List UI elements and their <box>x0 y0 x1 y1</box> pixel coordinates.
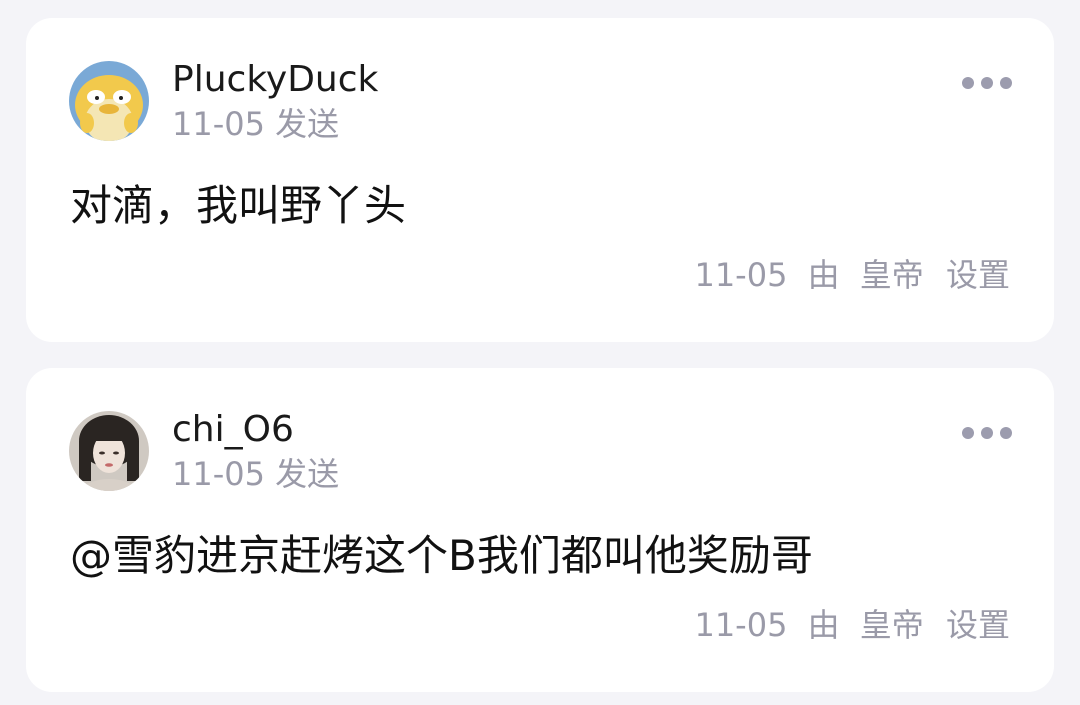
more-dots-icon[interactable] <box>962 426 1012 440</box>
username[interactable]: PluckyDuck <box>172 56 378 104</box>
sent-time: 11-05 发送 <box>172 455 340 493</box>
footer-date: 11-05 <box>694 606 788 644</box>
comment-card: chi_O6 11-05 发送 @雪豹进京赶烤这个B我们都叫他奖励哥 11-05… <box>26 368 1054 692</box>
footer-role: 皇帝 <box>859 256 924 294</box>
portrait-avatar-icon <box>69 411 149 491</box>
dot <box>962 77 974 89</box>
dot <box>981 77 993 89</box>
more-dots-icon[interactable] <box>962 76 1012 90</box>
dot <box>1000 427 1012 439</box>
username[interactable]: chi_O6 <box>172 406 294 454</box>
footer-setting-link[interactable]: 设置 <box>946 254 1010 296</box>
avatar[interactable] <box>69 61 149 141</box>
footer-date: 11-05 <box>694 256 788 294</box>
dot <box>981 427 993 439</box>
footer-setting-link[interactable]: 设置 <box>946 604 1010 646</box>
avatar[interactable] <box>69 411 149 491</box>
footer-role: 皇帝 <box>859 606 924 644</box>
sent-time: 11-05 发送 <box>172 105 340 143</box>
comment-card: PluckyDuck 11-05 发送 对滴，我叫野丫头 11-05 由 皇帝 … <box>26 18 1054 342</box>
footer-by: 由 <box>807 606 840 644</box>
comment-text: 对滴，我叫野丫头 <box>70 181 407 230</box>
dot <box>1000 77 1012 89</box>
footer-by: 由 <box>807 256 840 294</box>
comment-footer: 11-05 由 皇帝 设置 <box>694 604 1010 646</box>
psyduck-avatar-icon <box>69 61 149 141</box>
comment-footer: 11-05 由 皇帝 设置 <box>694 254 1010 296</box>
dot <box>962 427 974 439</box>
comment-text: @雪豹进京赶烤这个B我们都叫他奖励哥 <box>70 531 813 580</box>
